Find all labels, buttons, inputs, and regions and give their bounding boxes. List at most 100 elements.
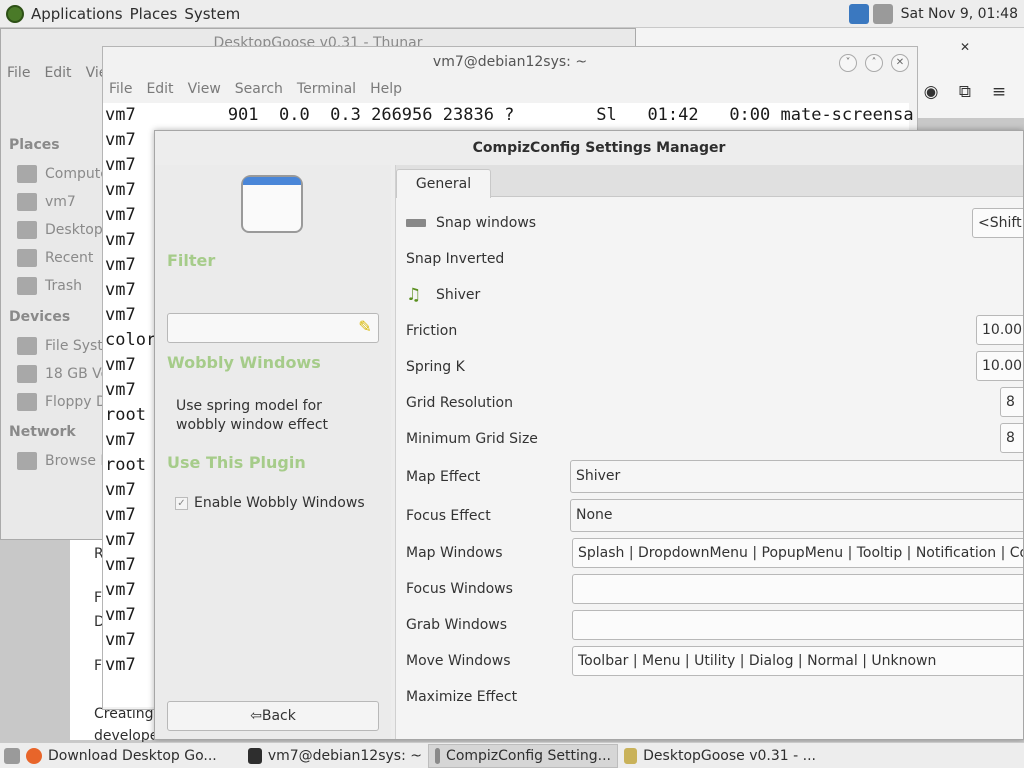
filter-input[interactable]: ✎ [167, 313, 379, 343]
trash-icon [17, 277, 37, 295]
folder-icon [624, 747, 638, 764]
music-note-icon: ♫ [406, 285, 422, 305]
snap-windows-binding-button[interactable]: <Shift> [972, 208, 1023, 238]
compizconfig-window: CompizConfig Settings Manager Filter ✎ W… [154, 130, 1024, 740]
back-button[interactable]: ⇦Back [167, 701, 379, 731]
page-text: F [94, 590, 103, 606]
terminal-icon [248, 747, 262, 764]
menu-view[interactable]: View [188, 81, 221, 97]
close-icon[interactable]: ✕ [955, 40, 975, 60]
extensions-icon[interactable]: ⧉ [955, 82, 975, 102]
option-grab-windows: Grab Windows [406, 615, 507, 635]
task-thunar[interactable]: DesktopGoose v0.31 - ... [618, 744, 822, 768]
friction-input[interactable]: 10.000 [976, 315, 1023, 345]
network-icon[interactable] [848, 4, 869, 24]
grid-resolution-input[interactable]: 8 [1000, 387, 1023, 417]
grab-windows-input[interactable] [572, 610, 1023, 640]
task-terminal[interactable]: vm7@debian12sys: ~ [242, 744, 428, 768]
enable-plugin-label: Enable Wobbly Windows [194, 495, 365, 511]
enable-plugin-checkbox[interactable]: ✓ Enable Wobbly Windows [175, 495, 365, 511]
drive-icon [17, 365, 37, 383]
sidebar-item-label: Desktop [45, 222, 103, 238]
option-label: Map Effect [406, 469, 481, 485]
option-maximize-effect: Maximize Effect [406, 687, 517, 707]
option-minimum-grid-size: Minimum Grid Size [406, 429, 538, 449]
task-browser[interactable]: Download Desktop Go... [20, 744, 242, 768]
sidebar-item-label: vm7 [45, 194, 76, 210]
top-panel: Applications Places System Sat Nov 9, 01… [0, 0, 1024, 28]
firefox-icon [26, 747, 42, 764]
option-label: Grid Resolution [406, 395, 513, 411]
sidebar-item-recent[interactable]: Recent [17, 249, 93, 267]
menu-system[interactable]: System [184, 5, 240, 23]
menu-search[interactable]: Search [235, 81, 283, 97]
menu-places[interactable]: Places [130, 5, 178, 23]
menu-edit[interactable]: Edit [44, 65, 71, 81]
option-map-windows: Map Windows [406, 543, 503, 563]
option-label: Snap Inverted [406, 251, 505, 267]
computer-icon [17, 165, 37, 183]
show-desktop-icon[interactable] [4, 747, 20, 764]
places-heading: Places [9, 137, 60, 153]
option-label: Move Windows [406, 653, 511, 669]
option-shiver: ♫ Shiver [406, 285, 480, 305]
clock[interactable]: Sat Nov 9, 01:48 [901, 6, 1018, 22]
minimum-grid-size-input[interactable]: 8 [1000, 423, 1023, 453]
option-label: Focus Effect [406, 508, 491, 524]
task-compizconfig[interactable]: CompizConfig Setting... [428, 743, 618, 768]
plugin-heading: Wobbly Windows [167, 353, 321, 372]
window-title: vm7@debian12sys: ~ [432, 54, 588, 70]
option-label: Map Windows [406, 545, 503, 561]
option-map-effect: Map Effect [406, 467, 480, 487]
option-spring-k: Spring K [406, 357, 465, 377]
option-label: Shiver [436, 287, 481, 303]
tab-strip: General [396, 165, 1023, 198]
option-move-windows: Move Windows [406, 651, 511, 671]
sidebar-item-desktop[interactable]: Desktop [17, 221, 103, 239]
menu-file[interactable]: File [7, 65, 30, 81]
option-focus-windows: Focus Windows [406, 579, 513, 599]
task-label: DesktopGoose v0.31 - ... [643, 747, 816, 764]
close-button[interactable]: ✕ [891, 54, 909, 72]
task-label: Download Desktop Go... [48, 747, 217, 764]
sidebar-item-label: Recent [45, 250, 94, 266]
clear-filter-icon[interactable]: ✎ [356, 318, 374, 336]
plugin-sidebar: Filter ✎ Wobbly Windows Use spring model… [155, 165, 391, 739]
map-windows-input[interactable]: Splash | DropdownMenu | PopupMenu | Tool… [572, 538, 1023, 568]
option-label: Spring K [406, 359, 465, 375]
sidebar-item-home[interactable]: vm7 [17, 193, 76, 211]
spring-k-input[interactable]: 10.000 [976, 351, 1023, 381]
menu-applications[interactable]: Applications [31, 5, 123, 23]
debian-logo-icon[interactable] [6, 4, 24, 23]
maximize-button[interactable]: ˄ [865, 54, 883, 72]
menu-icon[interactable]: ≡ [989, 82, 1009, 102]
volume-icon[interactable] [872, 4, 893, 24]
task-label: vm7@debian12sys: ~ [267, 747, 422, 764]
keyboard-icon [406, 219, 426, 227]
sidebar-item-computer[interactable]: Computer [17, 165, 115, 183]
terminal-menubar: File Edit View Search Terminal Help [109, 81, 402, 97]
menu-terminal[interactable]: Terminal [297, 81, 356, 97]
focus-windows-input[interactable] [572, 574, 1023, 604]
option-label: Friction [406, 323, 458, 339]
move-windows-input[interactable]: Toolbar | Menu | Utility | Dialog | Norm… [572, 646, 1023, 676]
menu-help[interactable]: Help [370, 81, 402, 97]
menu-edit[interactable]: Edit [146, 81, 173, 97]
minimize-button[interactable]: ˅ [839, 54, 857, 72]
devices-heading: Devices [9, 309, 71, 325]
menu-file[interactable]: File [109, 81, 132, 97]
map-effect-select[interactable]: Shiver [570, 460, 1023, 493]
option-snap-windows: Snap windows [406, 213, 536, 233]
focus-effect-select[interactable]: None [570, 499, 1023, 532]
desktop-icon [17, 221, 37, 239]
tab-general[interactable]: General [396, 169, 491, 198]
account-icon[interactable]: ◉ [921, 82, 941, 102]
terminal-line: vm7 901 0.0 0.3 266956 23836 ? Sl 01:42 … [105, 105, 914, 125]
option-label: Focus Windows [406, 581, 513, 597]
option-label: Grab Windows [406, 617, 508, 633]
sidebar-item-trash[interactable]: Trash [17, 277, 82, 295]
recent-icon [17, 249, 37, 267]
wobbly-windows-icon [241, 175, 303, 233]
options-pane: General Snap windows <Shift> Snap Invert… [395, 165, 1023, 739]
network-heading: Network [9, 424, 76, 440]
